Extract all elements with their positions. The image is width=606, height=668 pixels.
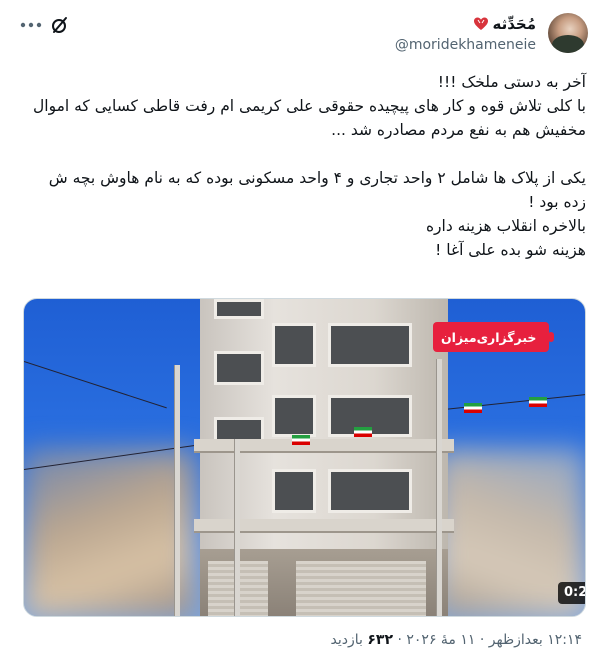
views-count: ۶۳۲ — [367, 632, 394, 648]
utility-pole — [234, 439, 240, 616]
balcony — [194, 519, 454, 533]
utility-pole — [174, 365, 180, 616]
tweet-text: آخر به دستی ملخک !!! با کلی تلاش قوه و ک… — [24, 70, 586, 262]
blurred-region — [24, 449, 194, 616]
window — [272, 323, 316, 367]
tweet-date[interactable]: ۱۱ مهٔ ۲۰۲۶ — [406, 632, 475, 648]
power-line — [24, 361, 167, 409]
tweet-line: بالاخره انقلاب هزینه داره — [425, 217, 586, 235]
news-agency-badge: خبرگزاری‌میزان — [433, 322, 555, 352]
window — [272, 469, 316, 513]
window — [214, 299, 264, 319]
grok-icon[interactable] — [50, 15, 70, 35]
tweet-time[interactable]: ۱۲:۱۴ بعدازظهر — [489, 632, 582, 648]
utility-pole — [436, 359, 442, 616]
more-icon[interactable] — [20, 22, 42, 28]
window — [328, 469, 412, 513]
window — [328, 323, 412, 367]
tweet-line: آخر به دستی ملخک !!! — [437, 73, 586, 91]
tweet-line: یکی از پلاک ها شامل ۲ واحد تجاری و ۴ واح… — [48, 169, 586, 187]
shop-shutter — [296, 561, 426, 616]
tweet-line: مخفیش هم به نفع مردم مصادره شد ... — [331, 121, 586, 139]
window — [214, 351, 264, 385]
flag — [529, 397, 547, 407]
video-player[interactable]: خبرگزاری‌میزان 0:22 — [23, 298, 586, 617]
tweet-meta: ۱۲:۱۴ بعدازظهر · ۱۱ مهٔ ۲۰۲۶ · ۶۳۲ بازدی… — [331, 632, 582, 648]
tweet-line: با کلی تلاش قوه و کار های پیچیده حقوقی ع… — [33, 97, 586, 115]
tweet-line: زده بود ! — [528, 193, 586, 211]
flag — [292, 435, 310, 445]
window — [272, 395, 316, 437]
avatar[interactable] — [548, 13, 588, 53]
flag — [464, 403, 482, 413]
views-label: بازدید — [330, 632, 363, 648]
flag — [354, 427, 372, 437]
display-name[interactable]: مُحَدِّثه — [493, 15, 537, 33]
meta-separator: · — [397, 632, 402, 648]
tweet-card: مُحَدِّثه @moridekhameneie آخر به دستی م… — [0, 0, 606, 668]
author-handle[interactable]: @moridekhameneie — [395, 37, 536, 53]
video-duration: 0:22 — [558, 582, 585, 604]
author-name-row[interactable]: مُحَدِّثه — [473, 14, 537, 34]
meta-separator: · — [479, 632, 485, 648]
news-agency-name: خبرگزاری‌میزان — [441, 329, 537, 345]
heart-icon — [473, 17, 488, 30]
balcony — [194, 439, 454, 453]
tweet-line: هزینه شو بده علی آغا ! — [435, 241, 586, 259]
